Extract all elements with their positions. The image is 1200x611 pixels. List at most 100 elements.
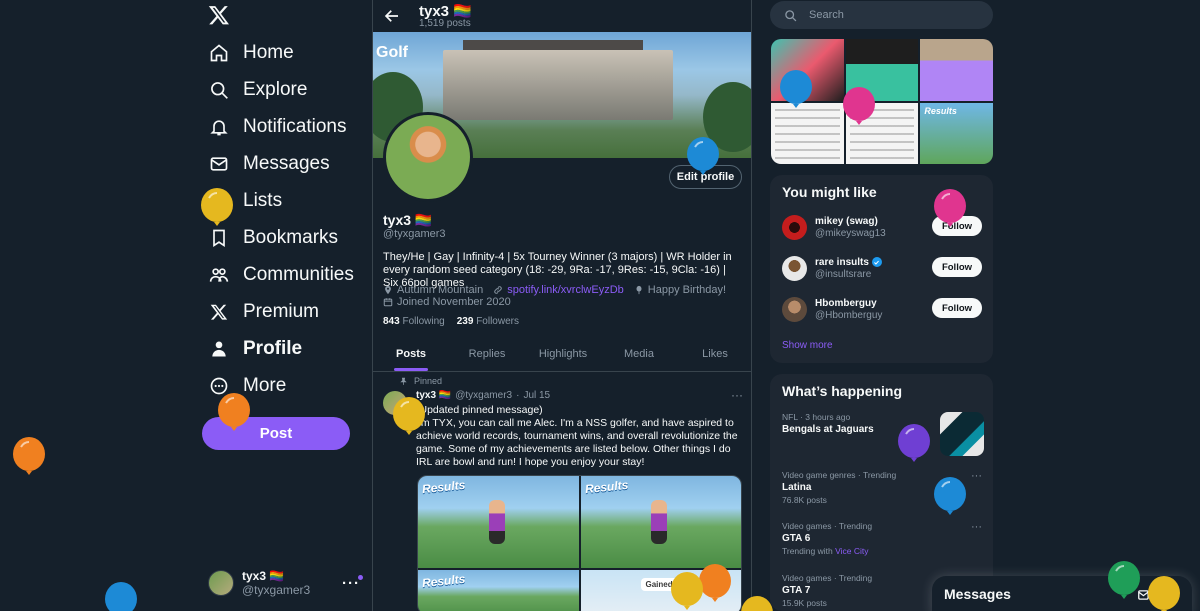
- follow-stats: 843 Following 239 Followers: [383, 316, 519, 327]
- media-thumbnail[interactable]: [771, 102, 844, 164]
- nav-item-premium[interactable]: Premium: [208, 297, 319, 327]
- pinned-indicator: Pinned: [399, 376, 442, 386]
- left-nav: Home Explore Notifications Messages List…: [196, 0, 372, 611]
- birthday-text: Happy Birthday!: [647, 284, 727, 296]
- follow-button[interactable]: Follow: [932, 298, 982, 318]
- media-thumbnail[interactable]: [845, 102, 919, 164]
- search-bar[interactable]: [770, 1, 993, 29]
- suggested-user-handle: @insultsrare: [815, 268, 872, 280]
- account-info: tyx3 🏳️‍🌈 @tyxgamer3: [242, 569, 310, 597]
- following-link[interactable]: 843 Following: [383, 316, 445, 327]
- account-switcher[interactable]: tyx3 🏳️‍🌈 @tyxgamer3 ···: [208, 565, 363, 601]
- tweet-more-icon[interactable]: ···: [731, 388, 743, 402]
- trend-item[interactable]: Video games · Trending GTA 6 Trending wi…: [782, 521, 984, 557]
- trend-item[interactable]: Video game genres · Trending Latina 76.8…: [782, 470, 984, 506]
- tweet-author-name[interactable]: tyx3 🏳️‍🌈: [416, 390, 451, 401]
- suggested-user[interactable]: rare insults @insultsrare Follow: [782, 253, 982, 283]
- nav-item-more[interactable]: More: [208, 371, 286, 401]
- chevron-up-icon[interactable]: [1160, 588, 1174, 602]
- nav-item-explore[interactable]: Explore: [208, 75, 307, 105]
- suggested-user-handle: @Hbomberguy: [815, 309, 883, 321]
- media-thumbnail[interactable]: Results: [920, 102, 993, 164]
- nav-item-notifications[interactable]: Notifications: [208, 112, 347, 142]
- media-thumbnail[interactable]: [771, 39, 844, 101]
- suggested-user[interactable]: mikey (swag) @mikeyswag13 Follow: [782, 212, 982, 242]
- profile-avatar[interactable]: [383, 112, 473, 202]
- search-icon: [208, 80, 229, 101]
- tweet-media-image[interactable]: Results: [580, 476, 741, 568]
- search-input[interactable]: [809, 9, 979, 21]
- suggested-user-name: mikey (swag): [815, 215, 878, 227]
- tweet-date[interactable]: Jul 15: [523, 390, 550, 401]
- nav-item-bookmarks[interactable]: Bookmarks: [208, 223, 338, 253]
- show-more-link[interactable]: Show more: [782, 340, 833, 351]
- trend-related-link[interactable]: Vice City: [835, 546, 868, 556]
- tab-replies[interactable]: Replies: [449, 336, 525, 371]
- link-icon: [493, 285, 503, 295]
- nav-label-notifications: Notifications: [243, 116, 347, 137]
- tweet-media-image[interactable]: Results: [418, 476, 579, 568]
- edit-profile-button[interactable]: Edit profile: [669, 165, 742, 189]
- back-arrow-icon[interactable]: [383, 7, 401, 25]
- tweet-media-image[interactable]: Gained rank!: [580, 570, 741, 611]
- location-item: Autumn Mountain: [383, 284, 483, 296]
- tab-posts[interactable]: Posts: [373, 336, 449, 371]
- suggested-user[interactable]: Hbomberguy @Hbomberguy Follow: [782, 294, 982, 324]
- right-sidebar: Results You might like mikey (swag) @mik…: [770, 0, 994, 611]
- golfer-figure: [488, 499, 505, 544]
- messages-drawer[interactable]: Messages: [932, 576, 1192, 611]
- nav-item-home[interactable]: Home: [208, 38, 294, 68]
- media-preview-grid: Results: [771, 39, 993, 164]
- golfer-figure: [651, 499, 668, 544]
- nav-item-lists[interactable]: Lists: [208, 186, 282, 216]
- account-more-icon[interactable]: ···: [342, 574, 363, 592]
- x-logo-icon[interactable]: [208, 4, 230, 26]
- more-circle-icon: [208, 376, 229, 397]
- tweet-media-image[interactable]: Results: [418, 570, 579, 611]
- media-results-label: Results: [421, 477, 466, 497]
- profile-link[interactable]: spotify.link/xvrclwEyzDb: [507, 284, 624, 296]
- trend-with-label: Trending with: [782, 546, 833, 556]
- suggested-user-name: Hbomberguy: [815, 297, 877, 309]
- nav-item-profile[interactable]: Profile: [208, 334, 302, 364]
- avatar: [782, 296, 807, 322]
- tweet-avatar[interactable]: [383, 391, 407, 415]
- people-icon: [208, 265, 229, 286]
- joined-text: Joined November 2020: [397, 296, 511, 308]
- location-text: Autumn Mountain: [397, 284, 484, 296]
- joined-item: Joined November 2020: [383, 296, 511, 308]
- tab-likes[interactable]: Likes: [677, 336, 751, 371]
- trend-title: GTA 6: [782, 533, 811, 544]
- trend-more-icon[interactable]: ···: [971, 470, 982, 482]
- tab-media[interactable]: Media: [601, 336, 677, 371]
- link-item[interactable]: spotify.link/xvrclwEyzDb: [493, 284, 624, 296]
- bookmark-icon: [208, 228, 229, 249]
- you-might-like-card: You might like mikey (swag) @mikeyswag13…: [770, 175, 993, 363]
- pin-icon: [399, 377, 408, 386]
- nav-item-communities[interactable]: Communities: [208, 260, 354, 290]
- list-icon: [208, 191, 229, 212]
- trend-more-icon[interactable]: ···: [971, 521, 982, 533]
- compose-message-icon[interactable]: [1137, 588, 1151, 602]
- trend-item[interactable]: NFL · 3 hours ago Bengals at Jaguars: [782, 412, 984, 456]
- nav-label-lists: Lists: [243, 190, 283, 211]
- media-thumbnail[interactable]: [845, 39, 919, 101]
- thumbnail-text-lines: [849, 108, 915, 160]
- birthday-item: Happy Birthday!: [634, 284, 726, 296]
- tab-highlights[interactable]: Highlights: [525, 336, 601, 371]
- avatar: [208, 570, 234, 596]
- nav-label-premium: Premium: [243, 301, 320, 322]
- media-thumbnail[interactable]: [920, 39, 993, 101]
- profile-header-bar: tyx3 🏳️‍🌈 1,519 posts: [373, 0, 751, 32]
- follow-button[interactable]: Follow: [932, 257, 982, 277]
- follow-button[interactable]: Follow: [932, 216, 982, 236]
- post-button[interactable]: Post: [202, 417, 350, 450]
- profile-meta: Autumn Mountain spotify.link/xvrclwEyzDb…: [383, 284, 726, 296]
- profile-column: tyx3 🏳️‍🌈 1,519 posts Golf Edit profile …: [372, 0, 752, 611]
- followers-link[interactable]: 239 Followers: [457, 316, 519, 327]
- followers-label: Followers: [476, 316, 519, 327]
- avatar: [782, 255, 807, 281]
- nav-label-messages: Messages: [243, 153, 330, 174]
- trend-context: Video games · Trending: [782, 521, 873, 531]
- nav-item-messages[interactable]: Messages: [208, 149, 330, 179]
